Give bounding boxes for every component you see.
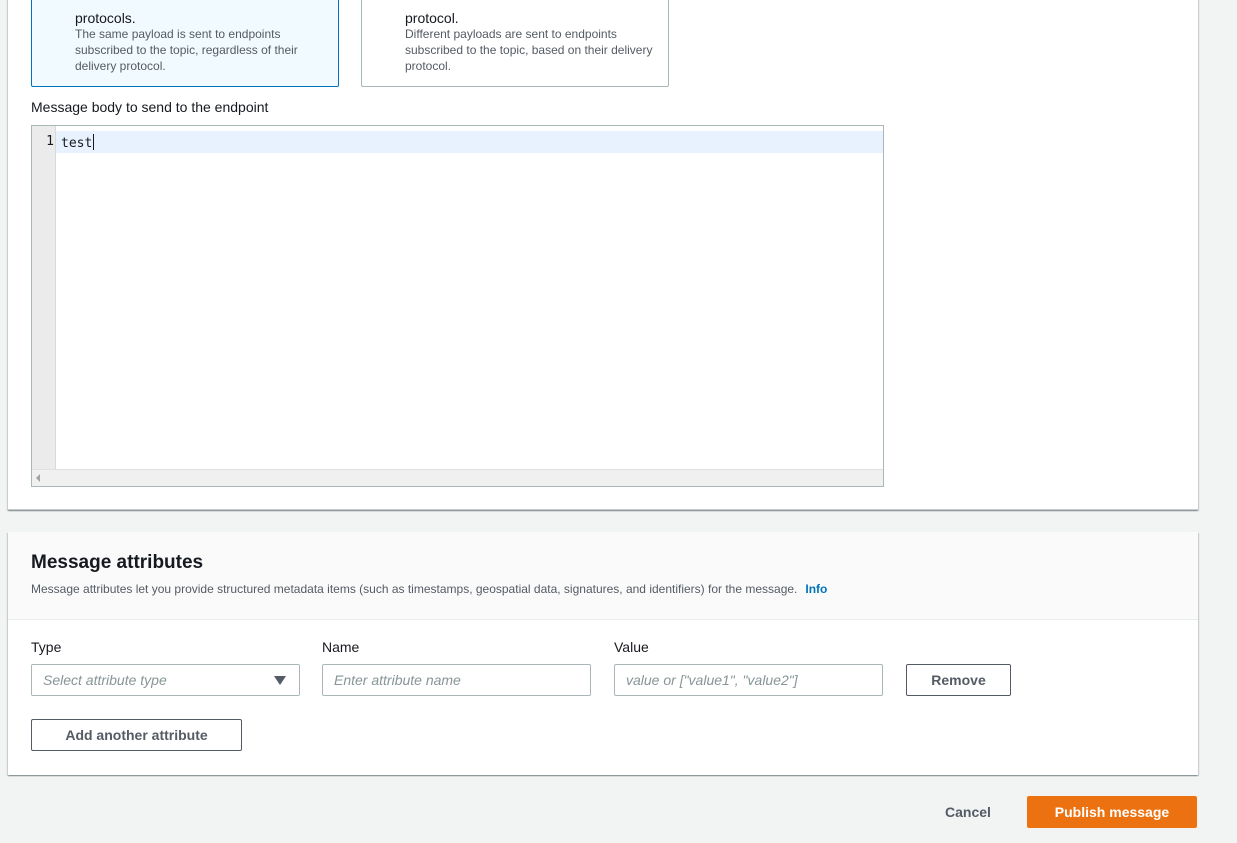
type-column-label: Type (31, 639, 62, 655)
info-link[interactable]: Info (805, 582, 827, 596)
editor-line-text: test (61, 136, 93, 151)
option-title: protocol. (405, 10, 459, 26)
identical-payload-option[interactable]: protocols. The same payload is sent to e… (31, 0, 339, 87)
caret-down-icon (274, 676, 286, 685)
active-line-highlight (56, 131, 883, 153)
option-description: The same payload is sent to endpoints su… (75, 27, 298, 73)
select-placeholder: Select attribute type (43, 672, 167, 688)
attribute-type-select[interactable]: Select attribute type (31, 664, 300, 696)
attribute-name-input[interactable] (322, 664, 591, 696)
editor-line[interactable]: test (61, 134, 95, 151)
scroll-left-icon[interactable] (36, 474, 40, 482)
add-attribute-button[interactable]: Add another attribute (31, 719, 242, 751)
custom-payload-option[interactable]: protocol. Different payloads are sent to… (361, 0, 669, 87)
section-description: Message attributes let you provide struc… (31, 582, 827, 596)
cancel-button[interactable]: Cancel (930, 796, 1006, 828)
option-title: protocols. (75, 10, 136, 26)
message-body-panel: protocols. The same payload is sent to e… (8, 0, 1198, 510)
message-attributes-panel: Message attributes Message attributes le… (8, 532, 1198, 775)
message-body-label: Message body to send to the endpoint (31, 99, 269, 115)
horizontal-scrollbar[interactable] (32, 469, 883, 486)
text-cursor (93, 134, 95, 150)
line-number: 1 (46, 134, 54, 149)
message-body-editor[interactable]: 1 test (31, 125, 884, 487)
editor-gutter: 1 (32, 126, 56, 469)
attribute-value-input[interactable] (614, 664, 883, 696)
name-column-label: Name (322, 639, 360, 655)
remove-attribute-button[interactable]: Remove (906, 664, 1011, 696)
option-description: Different payloads are sent to endpoints… (405, 27, 653, 73)
description-text: Message attributes let you provide struc… (31, 582, 798, 596)
publish-message-button[interactable]: Publish message (1027, 796, 1197, 828)
section-title: Message attributes (31, 552, 204, 573)
message-attributes-header: Message attributes Message attributes le… (8, 532, 1198, 620)
value-column-label: Value (614, 639, 649, 655)
